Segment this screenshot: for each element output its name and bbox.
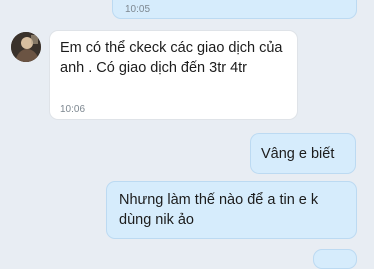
outgoing-message-bubble[interactable]: Nhưng làm thế nào để a tin e k dùng nik … [106, 181, 357, 239]
message-text: Nhưng làm thế nào để a tin e k dùng nik … [119, 192, 319, 228]
message-text: Em có thể ckeck các giao dịch của anh . … [60, 40, 283, 76]
outgoing-message-bubble[interactable]: Vâng e biết [250, 133, 356, 174]
message-text: Vâng e biết [261, 146, 335, 162]
incoming-message-bubble[interactable]: Em có thể ckeck các giao dịch của anh . … [49, 30, 298, 120]
outgoing-message-bubble[interactable]: 10:05 [112, 0, 357, 19]
avatar-photo-icon [11, 32, 41, 62]
contact-avatar[interactable] [11, 32, 41, 62]
message-time: 10:05 [125, 4, 151, 15]
message-time: 10:06 [60, 104, 86, 115]
chat-thread: 10:05 Em có thể ckeck các giao dịch của … [0, 0, 374, 269]
outgoing-message-bubble-partial[interactable] [313, 249, 357, 269]
